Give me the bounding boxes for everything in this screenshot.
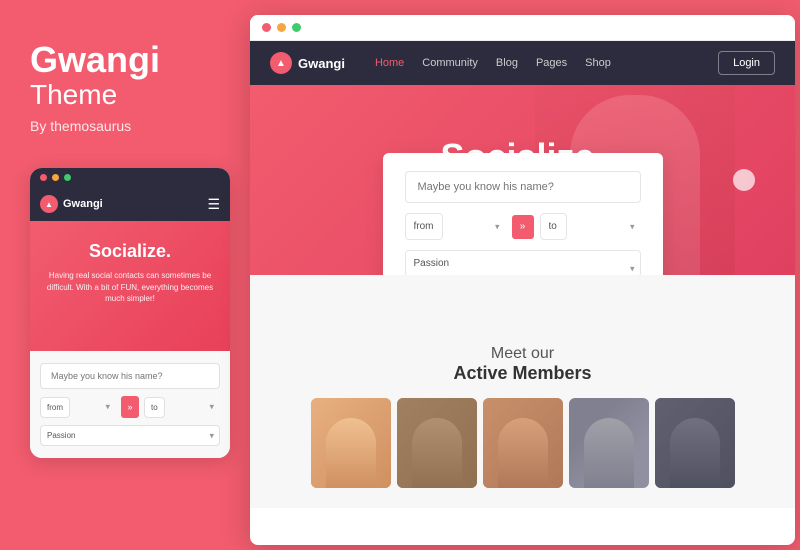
mobile-dropdowns-row: from » to (40, 396, 220, 418)
mobile-dot-red (40, 174, 47, 181)
desktop-name-search[interactable] (405, 171, 641, 203)
desktop-dot-yellow (277, 23, 286, 32)
desktop-members-section: Meet our Active Members (250, 275, 795, 508)
desktop-preview: ▲ Gwangi Home Community Blog Pages Shop … (250, 15, 795, 545)
desktop-dot-red (262, 23, 271, 32)
mobile-hero-title: Socialize. (40, 241, 220, 262)
brand-subtitle: Theme (30, 80, 220, 111)
nav-home[interactable]: Home (375, 57, 404, 69)
members-avatars (270, 398, 775, 488)
hero-dot (733, 169, 755, 191)
mobile-search-section: from » to Passion (30, 351, 230, 458)
mobile-passion-row: Passion (40, 425, 220, 446)
brand-by: By themosaurus (30, 118, 220, 134)
mobile-titlebar (30, 168, 230, 187)
desktop-passion-wrapper: Passion (405, 250, 641, 275)
member-avatar-5 (655, 398, 735, 488)
desktop-dropdowns-row: from » to (405, 213, 641, 240)
desktop-hero: Socialize. Having real social contacts c… (250, 85, 795, 275)
mobile-hero: Socialize. Having real social contacts c… (30, 221, 230, 351)
desktop-to-select[interactable]: to (540, 213, 567, 240)
mobile-logo: ▲ Gwangi (40, 195, 103, 213)
desktop-dot-green (292, 23, 301, 32)
login-button[interactable]: Login (718, 51, 775, 75)
mobile-arrow-btn[interactable]: » (121, 396, 139, 418)
nav-shop[interactable]: Shop (585, 57, 611, 69)
mobile-logo-icon: ▲ (40, 195, 58, 213)
member-avatar-1 (311, 398, 391, 488)
member-avatar-4 (569, 398, 649, 488)
desktop-nav-links: Home Community Blog Pages Shop (375, 57, 718, 69)
left-panel: Gwangi Theme By themosaurus ▲ Gwangi ☰ S… (0, 0, 250, 550)
desktop-navbar: ▲ Gwangi Home Community Blog Pages Shop … (250, 41, 795, 85)
mobile-navbar: ▲ Gwangi ☰ (30, 187, 230, 221)
desktop-nav-logo: ▲ Gwangi (270, 52, 345, 74)
hamburger-icon[interactable]: ☰ (207, 196, 220, 213)
desktop-logo-text: Gwangi (298, 56, 345, 71)
desktop-search-card: from » to Passion SUBMIT (383, 153, 663, 275)
desktop-passion-select[interactable]: Passion (405, 250, 641, 275)
nav-blog[interactable]: Blog (496, 57, 518, 69)
mobile-dot-yellow (52, 174, 59, 181)
mobile-from-select[interactable]: from (40, 397, 70, 418)
desktop-arrow-divider: » (512, 215, 534, 239)
members-subheadline: Active Members (270, 363, 775, 384)
mobile-passion-select[interactable]: Passion (40, 425, 220, 446)
mobile-search-input[interactable] (40, 363, 220, 389)
brand-title: Gwangi (30, 40, 220, 80)
member-avatar-3 (483, 398, 563, 488)
nav-community[interactable]: Community (422, 57, 478, 69)
members-headline: Meet our Active Members (270, 345, 775, 384)
nav-pages[interactable]: Pages (536, 57, 567, 69)
mobile-logo-text: Gwangi (63, 198, 103, 210)
desktop-logo-icon: ▲ (270, 52, 292, 74)
desktop-titlebar (250, 15, 795, 41)
member-avatar-2 (397, 398, 477, 488)
mobile-mockup: ▲ Gwangi ☰ Socialize. Having real social… (30, 168, 230, 458)
mobile-hero-text: Having real social contacts can sometime… (40, 270, 220, 304)
mobile-dot-green (64, 174, 71, 181)
desktop-from-select[interactable]: from (405, 213, 443, 240)
mobile-to-select[interactable]: to (144, 397, 165, 418)
